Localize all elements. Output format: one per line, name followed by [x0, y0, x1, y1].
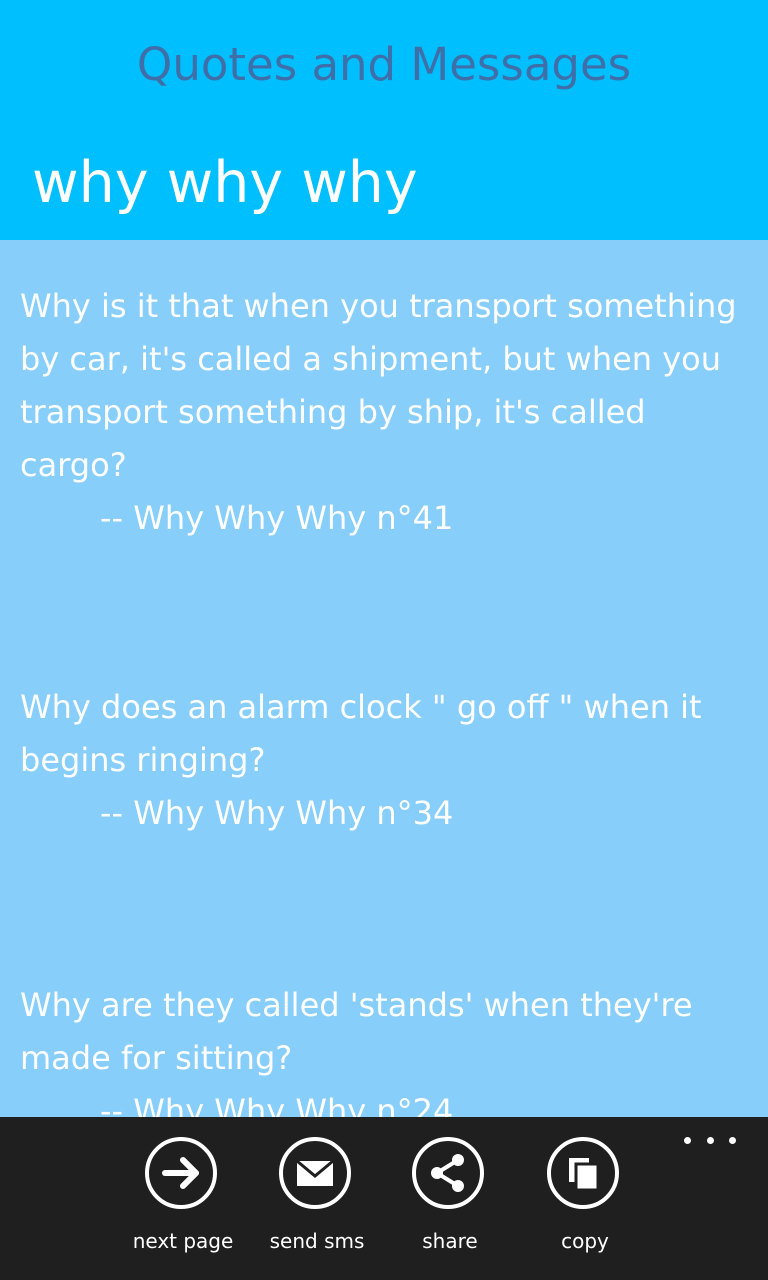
- quote-item: Why does an alarm clock " go off " when …: [20, 681, 750, 840]
- screen: Quotes and Messages why why why Why is i…: [0, 0, 768, 1280]
- app-bar: next page send sms share copy: [0, 1117, 768, 1280]
- dot: [729, 1136, 736, 1144]
- ellipsis-icon[interactable]: [684, 1125, 736, 1155]
- quote-list[interactable]: Why is it that when you transport someth…: [0, 240, 768, 1117]
- header: Quotes and Messages why why why: [0, 0, 768, 240]
- copy-button[interactable]: copy: [530, 1137, 640, 1267]
- arrow-right-icon: [145, 1137, 217, 1209]
- quote-text: Why does an alarm clock " go off " when …: [20, 688, 702, 779]
- quote-author: -- Why Why Why n°34: [100, 794, 454, 832]
- page-title: why why why: [32, 150, 418, 216]
- quote-text: Why is it that when you transport someth…: [20, 287, 737, 484]
- share-icon: [412, 1137, 484, 1209]
- envelope-icon: [279, 1137, 351, 1209]
- dot: [684, 1136, 691, 1144]
- quote-text: Why are they called 'stands' when they'r…: [20, 986, 693, 1077]
- next-page-label: next page: [132, 1229, 234, 1253]
- dot: [706, 1136, 714, 1144]
- share-label: share: [422, 1229, 478, 1253]
- quote-item: Why are they called 'stands' when they'r…: [20, 979, 750, 1117]
- app-title: Quotes and Messages: [136, 38, 632, 91]
- quote-item: Why is it that when you transport someth…: [20, 280, 750, 545]
- send-sms-button[interactable]: send sms: [262, 1137, 372, 1267]
- next-page-button[interactable]: next page: [128, 1137, 238, 1267]
- copy-label: copy: [561, 1229, 609, 1253]
- quote-author: -- Why Why Why n°41: [100, 499, 454, 537]
- send-sms-label: send sms: [269, 1229, 365, 1253]
- quote-author: -- Why Why Why n°24: [100, 1092, 454, 1117]
- copy-icon: [547, 1137, 619, 1209]
- share-button[interactable]: share: [395, 1137, 505, 1267]
